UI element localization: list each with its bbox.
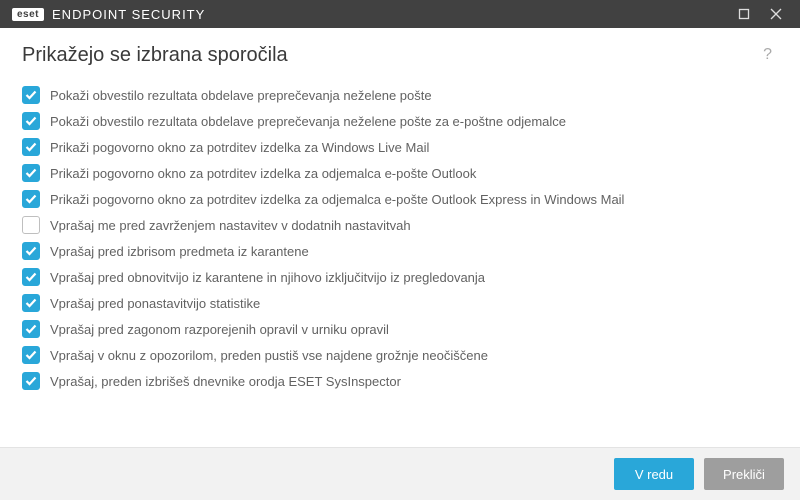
checkbox[interactable] (22, 372, 40, 390)
option-row: Vprašaj pred zagonom razporejenih opravi… (22, 316, 784, 342)
check-icon (25, 168, 37, 178)
checkbox[interactable] (22, 294, 40, 312)
dialog-footer: V redu Prekliči (0, 447, 800, 500)
option-row: Pokaži obvestilo rezultata obdelave prep… (22, 82, 784, 108)
check-icon (25, 298, 37, 308)
page-title: Prikažejo se izbrana sporočila (22, 44, 757, 67)
option-row: Vprašaj pred obnovitvijo iz karantene in… (22, 264, 784, 290)
check-icon (25, 116, 37, 126)
close-icon (770, 8, 782, 20)
checkbox[interactable] (22, 112, 40, 130)
brand-name: ENDPOINT SECURITY (52, 7, 205, 22)
check-icon (25, 246, 37, 256)
option-row: Vprašaj v oknu z opozorilom, preden pust… (22, 342, 784, 368)
check-icon (25, 376, 37, 386)
ok-button[interactable]: V redu (614, 458, 694, 490)
titlebar: eset ENDPOINT SECURITY (0, 0, 800, 28)
checkbox[interactable] (22, 320, 40, 338)
checkbox[interactable] (22, 268, 40, 286)
option-label: Vprašaj pred obnovitvijo iz karantene in… (50, 270, 485, 285)
option-label: Prikaži pogovorno okno za potrditev izde… (50, 192, 624, 207)
close-button[interactable] (760, 0, 792, 28)
checkbox[interactable] (22, 86, 40, 104)
checkbox[interactable] (22, 216, 40, 234)
checkbox[interactable] (22, 164, 40, 182)
option-label: Prikaži pogovorno okno za potrditev izde… (50, 140, 429, 155)
checkbox[interactable] (22, 190, 40, 208)
option-label: Pokaži obvestilo rezultata obdelave prep… (50, 88, 432, 103)
option-label: Vprašaj pred ponastavitvijo statistike (50, 296, 260, 311)
option-label: Vprašaj pred izbrisom predmeta iz karant… (50, 244, 309, 259)
option-label: Vprašaj v oknu z opozorilom, preden pust… (50, 348, 488, 363)
option-row: Prikaži pogovorno okno za potrditev izde… (22, 186, 784, 212)
option-row: Vprašaj pred izbrisom predmeta iz karant… (22, 238, 784, 264)
option-row: Pokaži obvestilo rezultata obdelave prep… (22, 108, 784, 134)
option-label: Vprašaj pred zagonom razporejenih opravi… (50, 322, 389, 337)
checkbox[interactable] (22, 346, 40, 364)
option-label: Pokaži obvestilo rezultata obdelave prep… (50, 114, 566, 129)
cancel-button[interactable]: Prekliči (704, 458, 784, 490)
checkbox[interactable] (22, 242, 40, 260)
help-icon[interactable]: ? (757, 42, 778, 68)
option-row: Vprašaj me pred zavrženjem nastavitev v … (22, 212, 784, 238)
option-row: Prikaži pogovorno okno za potrditev izde… (22, 160, 784, 186)
check-icon (25, 272, 37, 282)
check-icon (25, 194, 37, 204)
check-icon (25, 90, 37, 100)
option-row: Vprašaj pred ponastavitvijo statistike (22, 290, 784, 316)
option-row: Prikaži pogovorno okno za potrditev izde… (22, 134, 784, 160)
brand-badge: eset (12, 8, 44, 21)
options-list[interactable]: Pokaži obvestilo rezultata obdelave prep… (22, 78, 790, 447)
check-icon (25, 142, 37, 152)
maximize-button[interactable] (728, 0, 760, 28)
check-icon (25, 350, 37, 360)
content: Pokaži obvestilo rezultata obdelave prep… (0, 78, 800, 447)
option-row: Vprašaj, preden izbrišeš dnevnike orodja… (22, 368, 784, 394)
dialog-header: Prikažejo se izbrana sporočila ? (0, 28, 800, 78)
option-label: Vprašaj me pred zavrženjem nastavitev v … (50, 218, 411, 233)
option-label: Vprašaj, preden izbrišeš dnevnike orodja… (50, 374, 401, 389)
check-icon (25, 324, 37, 334)
checkbox[interactable] (22, 138, 40, 156)
maximize-icon (738, 8, 750, 20)
option-label: Prikaži pogovorno okno za potrditev izde… (50, 166, 476, 181)
